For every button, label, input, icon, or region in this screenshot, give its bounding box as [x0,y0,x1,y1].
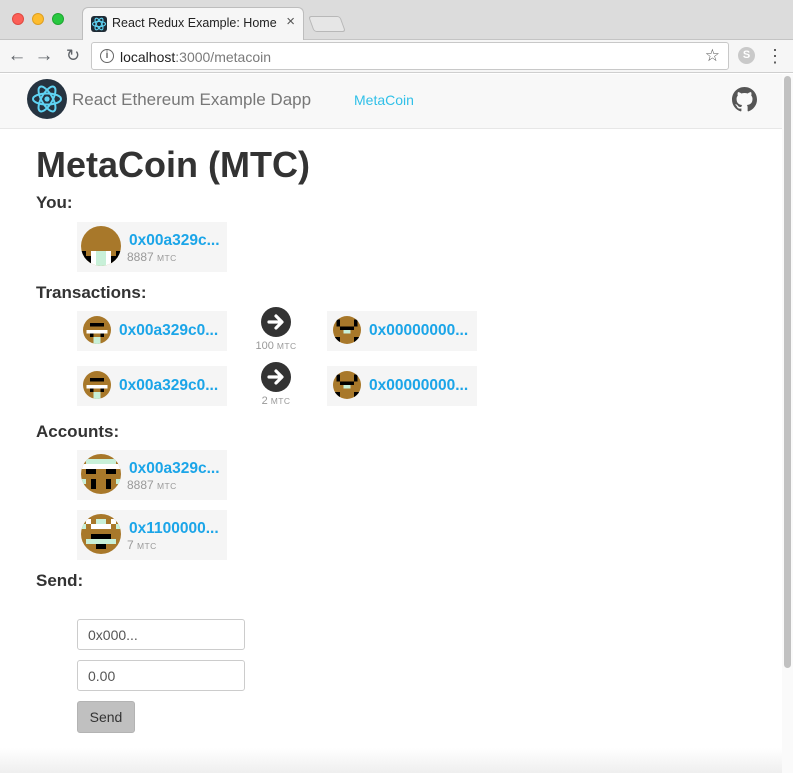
transaction-amount: 2 MTC [246,395,306,407]
minimize-window-button[interactable] [32,13,44,25]
identicon-avatar [333,316,361,344]
balance-unit: MTC [137,541,157,551]
identicon-avatar [83,316,111,344]
amount-value: 100 [255,340,274,352]
account-balance: 7 MTC [127,538,157,552]
url-text[interactable]: localhost:3000/metacoin [120,49,271,65]
maximize-window-button[interactable] [52,13,64,25]
send-button[interactable]: Send [77,701,135,733]
you-account-card[interactable]: 0x00a329c... 8887 MTC [77,222,227,272]
balance-value: 7 [127,538,134,552]
reload-icon[interactable]: ↻ [61,44,85,68]
scrollbar-thumb[interactable] [784,76,791,668]
nav-link-metacoin[interactable]: MetaCoin [354,92,414,108]
react-favicon-icon [91,16,107,32]
url-path: :3000/metacoin [175,49,271,65]
balance-value: 8887 [127,478,154,492]
transaction-to-card[interactable]: 0x00000000... [327,311,477,351]
identicon-avatar [333,371,361,399]
account-balance: 8887 MTC [127,250,177,264]
star-icon[interactable]: ☆ [705,46,720,66]
balance-value: 8887 [127,250,154,264]
app-navbar: React Ethereum Example Dapp MetaCoin [0,74,793,129]
transaction-to-address[interactable]: 0x00000000... [369,322,468,340]
identicon-avatar [81,514,121,554]
skype-extension-icon[interactable]: S [738,47,755,64]
github-icon[interactable] [732,87,757,112]
balance-unit: MTC [157,253,177,263]
account-card[interactable]: 0x00a329c... 8887 MTC [77,450,227,500]
tab-title: React Redux Example: Home [112,16,277,30]
arrow-right-icon [261,307,291,337]
account-balance: 8887 MTC [127,478,177,492]
transaction-from-address[interactable]: 0x00a329c0... [119,322,218,340]
page-viewport: React Ethereum Example Dapp MetaCoin Met… [0,74,793,773]
transaction-from-address[interactable]: 0x00a329c0... [119,377,218,395]
bottom-shadow [0,748,782,773]
brand-title[interactable]: React Ethereum Example Dapp [72,90,311,110]
arrow-right-icon [261,362,291,392]
amount-unit: MTC [276,341,297,351]
transaction-from-card[interactable]: 0x00a329c0... [77,311,227,351]
back-arrow-icon[interactable]: ← [5,44,29,68]
close-window-button[interactable] [12,13,24,25]
account-card[interactable]: 0x1100000... 7 MTC [77,510,227,560]
kebab-menu-icon[interactable]: ⋮ [766,44,784,68]
new-tab-button[interactable] [308,16,346,32]
section-you-heading: You: [36,193,73,212]
react-logo-icon[interactable] [27,79,67,119]
send-amount-input[interactable] [77,660,245,691]
transaction-from-card[interactable]: 0x00a329c0... [77,366,227,406]
identicon-avatar [81,226,121,266]
browser-toolbar: ← → ↻ i localhost:3000/metacoin ☆ S ⋮ [0,40,793,73]
identicon-avatar [81,454,121,494]
tab-close-icon[interactable]: × [286,14,295,30]
identicon-avatar [83,371,111,399]
browser-tab[interactable]: React Redux Example: Home × [82,7,304,41]
url-host: localhost [120,49,176,65]
send-address-input[interactable] [77,619,245,650]
forward-arrow-icon[interactable]: → [32,44,56,68]
amount-unit: MTC [270,396,291,406]
section-transactions-heading: Transactions: [36,283,147,302]
amount-value: 2 [261,395,268,407]
account-address-link[interactable]: 0x00a329c... [129,460,220,478]
section-send-heading: Send: [36,571,84,590]
page-title: MetaCoin (MTC) [36,144,310,185]
info-icon[interactable]: i [100,49,114,63]
transaction-to-card[interactable]: 0x00000000... [327,366,477,406]
transaction-to-address[interactable]: 0x00000000... [369,377,468,395]
balance-unit: MTC [157,481,177,491]
section-accounts-heading: Accounts: [36,422,120,441]
account-address-link[interactable]: 0x1100000... [129,520,219,538]
browser-titlebar: React Redux Example: Home × [0,0,793,41]
account-address-link[interactable]: 0x00a329c... [129,232,220,250]
transaction-amount: 100 MTC [246,340,306,352]
address-bar[interactable]: i localhost:3000/metacoin ☆ [91,42,729,70]
